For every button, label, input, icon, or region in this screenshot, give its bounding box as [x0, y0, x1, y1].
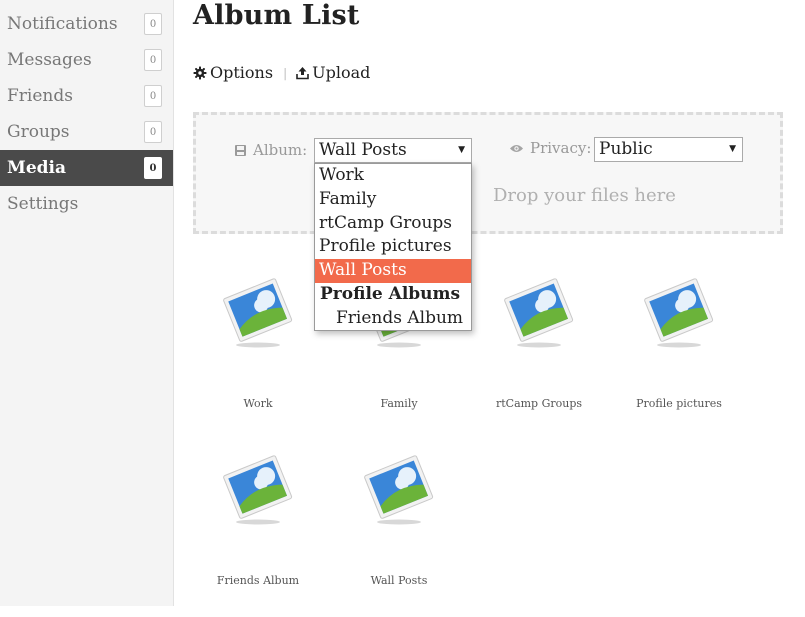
- album-select-value: Wall Posts: [319, 140, 407, 160]
- album-name: Family: [380, 397, 418, 410]
- upload-dropzone[interactable]: [193, 112, 783, 234]
- image-placeholder-icon: [223, 278, 293, 348]
- sidebar-item-groups[interactable]: Groups 0: [0, 114, 173, 150]
- upload-button[interactable]: Upload: [296, 63, 370, 82]
- image-placeholder-icon: [223, 455, 293, 525]
- eye-icon: [510, 144, 523, 152]
- sidebar: Notifications 0 Messages 0 Friends 0 Gro…: [0, 0, 174, 606]
- album-option-family[interactable]: Family: [315, 188, 471, 212]
- album-card-friends-album[interactable]: Friends Album: [198, 450, 318, 600]
- album-name: Profile pictures: [636, 397, 722, 410]
- album-card-rtcamp-groups[interactable]: rtCamp Groups: [479, 273, 599, 423]
- album-option-wall-posts[interactable]: Wall Posts: [315, 259, 471, 283]
- album-name: rtCamp Groups: [495, 397, 583, 410]
- album-optgroup-profile-albums: Profile Albums: [320, 284, 461, 304]
- privacy-field-label: Privacy:: [509, 139, 591, 157]
- album-actions: Options | Upload: [193, 63, 370, 82]
- sidebar-item-friends[interactable]: Friends 0: [0, 78, 173, 114]
- upload-label: Upload: [312, 63, 371, 82]
- album-name: Work: [243, 397, 273, 410]
- album-card-profile-pictures[interactable]: Profile pictures: [619, 273, 739, 423]
- chevron-down-icon: ▼: [458, 145, 465, 155]
- album-name: Wall Posts: [370, 574, 428, 587]
- count-badge: 0: [144, 157, 162, 179]
- count-badge: 0: [144, 13, 162, 35]
- privacy-select[interactable]: Public ▼: [594, 137, 743, 162]
- count-badge: 0: [144, 49, 162, 71]
- action-separator: |: [283, 65, 288, 80]
- image-placeholder-icon: [364, 455, 434, 525]
- privacy-select-value: Public: [599, 139, 653, 159]
- drop-files-text: Drop your files here: [493, 185, 676, 206]
- album-name: Friends Album: [216, 574, 300, 587]
- album-card-work[interactable]: Work: [198, 273, 318, 423]
- sidebar-item-notifications[interactable]: Notifications 0: [0, 6, 173, 42]
- album-option-rtcamp-groups[interactable]: rtCamp Groups: [315, 212, 471, 236]
- album-option-work[interactable]: Work: [315, 164, 471, 188]
- options-button[interactable]: Options: [193, 63, 273, 82]
- sidebar-item-media[interactable]: Media 0: [0, 150, 173, 186]
- chevron-down-icon: ▼: [729, 144, 736, 154]
- count-badge: 0: [144, 121, 162, 143]
- album-option-profile-pictures[interactable]: Profile pictures: [315, 235, 471, 259]
- sidebar-item-label: Settings: [7, 194, 79, 214]
- album-dropdown-list: Work Family rtCamp Groups Profile pictur…: [314, 163, 472, 331]
- options-label: Options: [210, 63, 274, 82]
- album-card-wall-posts[interactable]: Wall Posts: [339, 450, 459, 600]
- sidebar-item-settings[interactable]: Settings: [0, 186, 173, 222]
- album-field-label: Album:: [234, 141, 307, 159]
- sidebar-item-messages[interactable]: Messages 0: [0, 42, 173, 78]
- count-badge: 0: [144, 85, 162, 107]
- image-placeholder-icon: [504, 278, 574, 348]
- image-placeholder-icon: [644, 278, 714, 348]
- gear-icon: [193, 66, 207, 79]
- album-select[interactable]: Wall Posts ▼: [314, 138, 472, 163]
- album-icon: [235, 144, 246, 156]
- upload-icon: [296, 66, 309, 79]
- page-title: Album List: [193, 0, 360, 31]
- album-option-friends-album[interactable]: Friends Album: [315, 307, 471, 331]
